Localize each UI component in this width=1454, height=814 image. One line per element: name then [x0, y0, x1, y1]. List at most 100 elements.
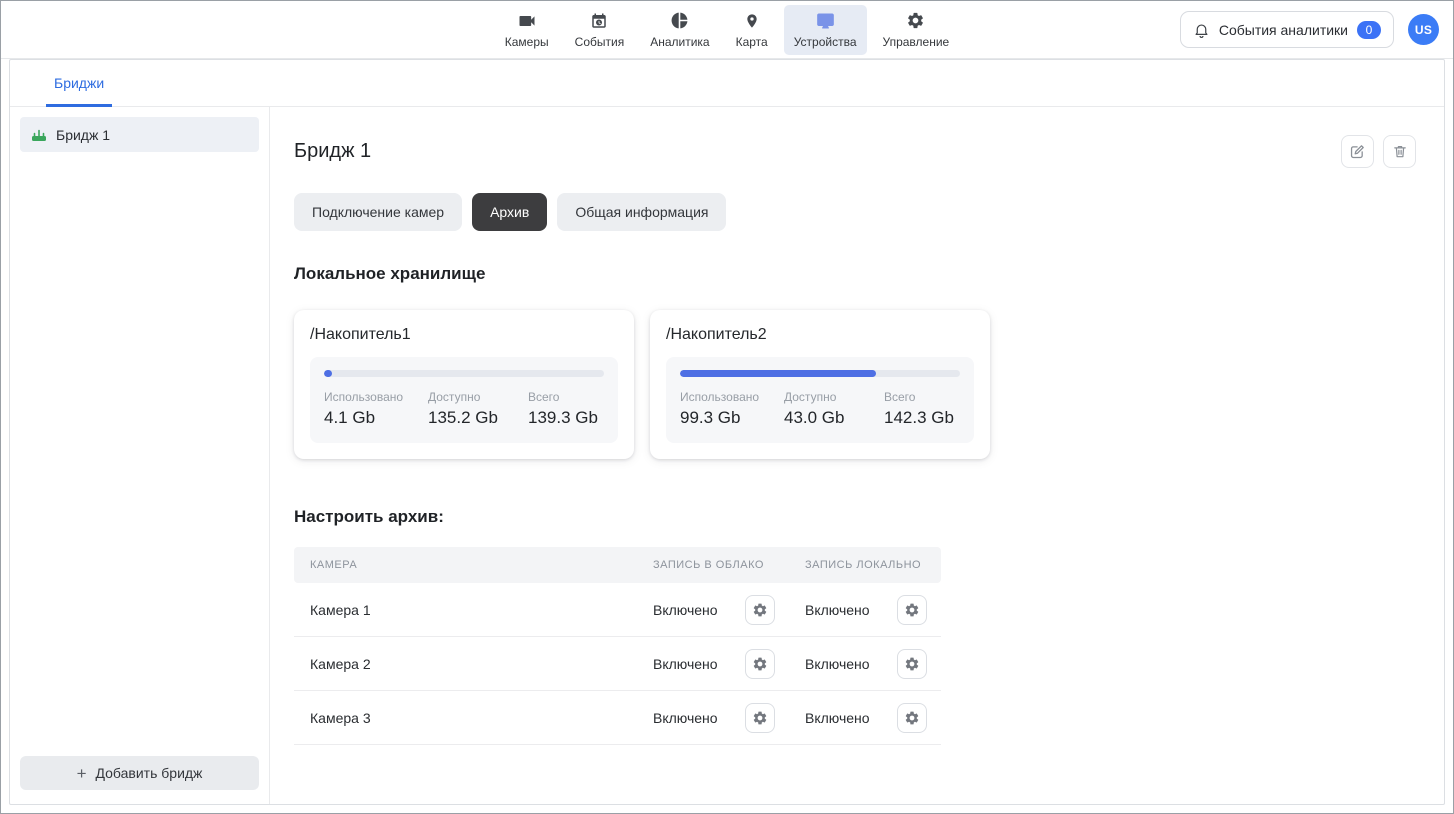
page-title: Бридж 1: [294, 140, 371, 163]
local-recording-settings-button[interactable]: [897, 649, 927, 679]
add-bridge-button[interactable]: + Добавить бридж: [20, 756, 259, 790]
cloud-recording-settings-button[interactable]: [745, 649, 775, 679]
tab-camera-connection[interactable]: Подключение камер: [294, 193, 462, 231]
local-recording-status: Включено: [805, 656, 870, 672]
drive-name: /Накопитель1: [310, 326, 618, 344]
nav-label-events: События: [575, 35, 625, 49]
body-row: Бридж 1 + Добавить бридж Бридж 1: [10, 107, 1444, 804]
usage-progress-bar: [680, 370, 960, 377]
nav-label-analytics: Аналитика: [650, 35, 709, 49]
user-avatar[interactable]: US: [1408, 14, 1439, 45]
nav-item-cameras[interactable]: Камеры: [495, 5, 559, 55]
bell-icon: [1193, 21, 1210, 39]
nav-label-devices: Устройства: [794, 35, 857, 49]
storage-card-drive1: /Накопитель1 Использовано 4.1 Gb: [294, 310, 634, 459]
storage-cards: /Накопитель1 Использовано 4.1 Gb: [294, 310, 1416, 459]
stat-available-value: 43.0 Gb: [784, 408, 884, 428]
storage-heading: Локальное хранилище: [294, 264, 1416, 284]
stat-available-value: 135.2 Gb: [428, 408, 528, 428]
drive-name: /Накопитель2: [666, 326, 974, 344]
title-actions: [1341, 135, 1416, 168]
cloud-recording-status: Включено: [653, 710, 718, 726]
camera-name: Камера 2: [294, 656, 637, 672]
main-nav: Камеры События Аналитика Карта: [495, 5, 959, 55]
col-header-local-recording: ЗАПИСЬ ЛОКАЛЬНО: [789, 559, 941, 571]
cloud-recording-cell: Включено: [637, 595, 789, 625]
archive-table: КАМЕРА ЗАПИСЬ В ОБЛАКО ЗАПИСЬ ЛОКАЛЬНО К…: [294, 547, 941, 745]
stat-total-label: Всего: [528, 390, 598, 404]
cloud-recording-settings-button[interactable]: [745, 595, 775, 625]
usage-progress-fill: [324, 370, 332, 377]
nav-item-events[interactable]: События: [565, 5, 635, 55]
stat-available: Доступно 43.0 Gb: [784, 390, 884, 428]
stat-total-value: 139.3 Gb: [528, 408, 598, 428]
cloud-recording-status: Включено: [653, 602, 718, 618]
edit-bridge-button[interactable]: [1341, 135, 1374, 168]
tab-archive[interactable]: Архив: [472, 193, 547, 231]
nav-item-management[interactable]: Управление: [873, 5, 960, 55]
stat-available-label: Доступно: [784, 390, 884, 404]
cloud-recording-cell: Включено: [637, 703, 789, 733]
cloud-recording-settings-button[interactable]: [745, 703, 775, 733]
local-recording-status: Включено: [805, 710, 870, 726]
usage-progress-bar: [324, 370, 604, 377]
drive-stats: Использовано 4.1 Gb Доступно 135.2 Gb Вс…: [324, 390, 604, 428]
stat-used: Использовано 99.3 Gb: [680, 390, 784, 428]
plus-icon: +: [77, 765, 87, 782]
bridges-sidebar: Бридж 1 + Добавить бридж: [10, 107, 270, 804]
delete-bridge-button[interactable]: [1383, 135, 1416, 168]
tab-bridges[interactable]: Бриджи: [46, 75, 112, 107]
topbar-right-group: События аналитики 0 US: [1180, 1, 1439, 58]
analytics-events-button[interactable]: События аналитики 0: [1180, 11, 1394, 48]
drive-stats: Использовано 99.3 Gb Доступно 43.0 Gb Вс…: [680, 390, 960, 428]
top-navigation-bar: Камеры События Аналитика Карта: [1, 1, 1453, 59]
bridge-icon: [31, 127, 47, 143]
tab-general-info[interactable]: Общая информация: [557, 193, 726, 231]
stat-used-label: Использовано: [324, 390, 428, 404]
title-row: Бридж 1: [294, 135, 1416, 168]
nav-item-map[interactable]: Карта: [726, 5, 778, 55]
stat-used-label: Использовано: [680, 390, 784, 404]
detail-tabs: Подключение камер Архив Общая информация: [294, 193, 1416, 231]
map-icon: [744, 11, 760, 31]
local-recording-settings-button[interactable]: [897, 703, 927, 733]
drive-usage-panel: Использовано 4.1 Gb Доступно 135.2 Gb Вс…: [310, 357, 618, 443]
cloud-recording-status: Включено: [653, 656, 718, 672]
archive-heading: Настроить архив:: [294, 507, 1416, 527]
local-recording-cell: Включено: [789, 703, 941, 733]
bridge-item-label: Бридж 1: [56, 127, 110, 143]
stat-total: Всего 142.3 Gb: [884, 390, 954, 428]
analytics-events-label: События аналитики: [1219, 22, 1348, 38]
analytics-icon: [670, 11, 689, 31]
content-frame: Бриджи Бридж 1 + Добавить бридж: [9, 59, 1445, 805]
add-bridge-label: Добавить бридж: [96, 765, 203, 781]
nav-item-devices[interactable]: Устройства: [784, 5, 867, 55]
nav-label-map: Карта: [736, 35, 768, 49]
sidebar-item-bridge-1[interactable]: Бридж 1: [20, 117, 259, 152]
nav-label-management: Управление: [883, 35, 950, 49]
stat-total: Всего 139.3 Gb: [528, 390, 598, 428]
stat-total-value: 142.3 Gb: [884, 408, 954, 428]
camera-name: Камера 3: [294, 710, 637, 726]
table-row-camera-3: Камера 3 Включено Включено: [294, 691, 941, 745]
local-recording-cell: Включено: [789, 595, 941, 625]
management-gear-icon: [906, 11, 925, 31]
drive-usage-panel: Использовано 99.3 Gb Доступно 43.0 Gb Вс…: [666, 357, 974, 443]
local-recording-settings-button[interactable]: [897, 595, 927, 625]
events-count-badge: 0: [1357, 21, 1381, 39]
camera-name: Камера 1: [294, 602, 637, 618]
stat-available: Доступно 135.2 Gb: [428, 390, 528, 428]
camera-icon: [517, 11, 537, 31]
app-window: Камеры События Аналитика Карта: [0, 0, 1454, 814]
devices-icon: [815, 11, 836, 31]
stat-total-label: Всего: [884, 390, 954, 404]
col-header-cloud-recording: ЗАПИСЬ В ОБЛАКО: [637, 559, 789, 571]
events-icon: [590, 11, 608, 31]
stat-used-value: 4.1 Gb: [324, 408, 428, 428]
section-tabbar: Бриджи: [10, 60, 1444, 107]
local-recording-cell: Включено: [789, 649, 941, 679]
table-row-camera-2: Камера 2 Включено Включено: [294, 637, 941, 691]
storage-card-drive2: /Накопитель2 Использовано 99.3 Gb: [650, 310, 990, 459]
nav-item-analytics[interactable]: Аналитика: [640, 5, 719, 55]
col-header-camera: КАМЕРА: [294, 559, 637, 571]
